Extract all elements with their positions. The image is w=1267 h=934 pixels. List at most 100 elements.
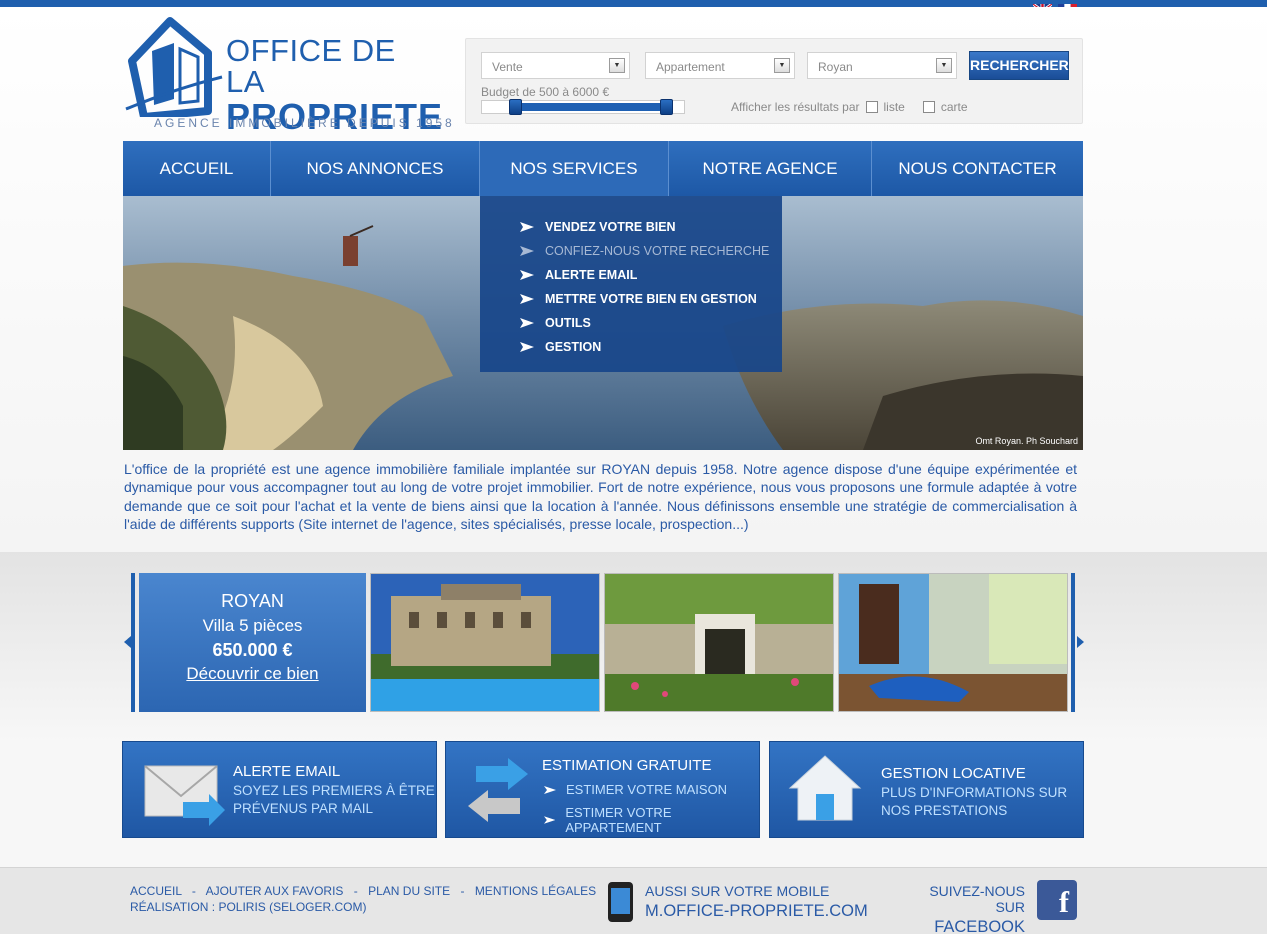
list-checkbox[interactable]: [865, 101, 878, 113]
logo[interactable]: OFFICE DE LA PROPRIETE AGENCE IMMOBILIÈR…: [124, 15, 452, 135]
house-icon: [788, 755, 862, 821]
arrow-right-icon: [520, 222, 534, 232]
rental-line2: NOS PRESTATIONS: [881, 803, 1008, 818]
estimate-apartment-link[interactable]: ESTIMER VOTRE APPARTEMENT: [544, 805, 759, 835]
menu-item-label: VENDEZ VOTRE BIEN: [545, 220, 676, 234]
chevron-down-icon: ▼: [609, 58, 625, 73]
brand-tagline: AGENCE IMMOBILIÈRE DEPUIS 1958: [154, 116, 455, 130]
menu-item-tools[interactable]: OUTILS: [480, 311, 782, 335]
estimate-house-link[interactable]: ESTIMER VOTRE MAISON: [544, 782, 727, 797]
menu-item-label: OUTILS: [545, 316, 591, 330]
email-alert-box[interactable]: ALERTE EMAIL SOYEZ LES PREMIERS À ÊTRE P…: [122, 741, 437, 838]
city-select[interactable]: Royan ▼: [807, 52, 957, 79]
budget-label: Budget de 500 à 6000 €: [481, 85, 610, 99]
services-dropdown: VENDEZ VOTRE BIEN CONFIEZ-NOUS VOTRE REC…: [480, 196, 782, 372]
arrow-right-icon: [544, 785, 556, 794]
mobile-site-link[interactable]: AUSSI SUR VOTRE MOBILE M.OFFICE-PROPRIET…: [645, 883, 868, 921]
map-checkbox[interactable]: [922, 101, 935, 113]
arrow-right-icon: [520, 246, 534, 256]
transaction-value: Vente: [492, 60, 523, 74]
featured-listing[interactable]: ROYAN Villa 5 pièces 650.000 € Découvrir…: [139, 573, 366, 712]
footer: ACCUEIL - AJOUTER AUX FAVORIS - PLAN DU …: [0, 867, 1267, 934]
footer-separator: -: [191, 884, 196, 898]
nav-contact[interactable]: NOUS CONTACTER: [872, 141, 1083, 196]
property-type-select[interactable]: Appartement ▼: [645, 52, 795, 79]
menu-item-gestion[interactable]: GESTION: [480, 335, 782, 359]
featured-link[interactable]: Découvrir ce bien: [139, 664, 366, 684]
mobile-phone-icon: [608, 882, 633, 922]
transaction-select[interactable]: Vente ▼: [481, 52, 630, 79]
carousel-next-icon[interactable]: [1077, 636, 1084, 648]
listing-thumbnail[interactable]: [604, 573, 834, 712]
menu-item-email-alert[interactable]: ALERTE EMAIL: [480, 263, 782, 287]
photo-credit: Omt Royan. Ph Souchard: [975, 436, 1078, 446]
house-logo-icon: [125, 17, 223, 117]
nav-agency[interactable]: NOTRE AGENCE: [669, 141, 872, 196]
listing-thumbnail[interactable]: [370, 573, 600, 712]
estimate-house-label: ESTIMER VOTRE MAISON: [566, 782, 728, 797]
free-estimate-box[interactable]: ESTIMATION GRATUITE ESTIMER VOTRE MAISON…: [445, 741, 760, 838]
arrow-right-icon: [520, 270, 534, 280]
nav-services[interactable]: NOS SERVICES: [480, 141, 669, 196]
rental-management-box[interactable]: GESTION LOCATIVE PLUS D'INFORMATIONS SUR…: [769, 741, 1084, 838]
estimate-title: ESTIMATION GRATUITE: [542, 757, 712, 774]
budget-min-handle[interactable]: [509, 99, 522, 115]
mobile-line2: M.OFFICE-PROPRIETE.COM: [645, 902, 868, 920]
main-nav: ACCUEIL NOS ANNONCES NOS SERVICES NOTRE …: [123, 141, 1083, 196]
map-label: carte: [940, 100, 968, 114]
footer-links: ACCUEIL - AJOUTER AUX FAVORIS - PLAN DU …: [130, 883, 596, 915]
arrow-right-icon: [544, 816, 556, 824]
budget-max-handle[interactable]: [660, 99, 673, 115]
featured-price: 650.000 €: [212, 640, 293, 660]
search-panel: Vente ▼ Appartement ▼ Royan ▼ RECHERCHER…: [465, 38, 1083, 124]
chevron-down-icon: ▼: [774, 58, 790, 73]
rental-line1: PLUS D'INFORMATIONS SUR: [881, 785, 1068, 800]
arrow-right-icon: [520, 342, 534, 352]
listing-thumbnail[interactable]: [838, 573, 1068, 712]
footer-link-legal[interactable]: MENTIONS LÉGALES: [475, 884, 596, 898]
carousel-right-edge: [1071, 573, 1075, 712]
brand-line1: OFFICE DE LA: [226, 33, 396, 99]
city-value: Royan: [818, 60, 853, 74]
footer-link-sitemap[interactable]: PLAN DU SITE: [368, 884, 450, 898]
display-label: Afficher les résultats par: [731, 100, 860, 114]
intro-text: L'office de la propriété est une agence …: [124, 461, 1077, 532]
menu-item-sell[interactable]: VENDEZ VOTRE BIEN: [480, 215, 782, 239]
email-alert-line2: PRÉVENUS PAR MAIL: [233, 801, 374, 816]
rental-title: GESTION LOCATIVE: [881, 765, 1026, 782]
property-type-value: Appartement: [656, 60, 725, 74]
stone-house-pool-photo: [371, 574, 599, 711]
follow-us: SUIVEZ-NOUS SUR FACEBOOK: [905, 883, 1025, 934]
estimate-apartment-label: ESTIMER VOTRE APPARTEMENT: [565, 805, 672, 835]
footer-credit[interactable]: RÉALISATION : POLIRIS (SELOGER.COM): [130, 899, 596, 915]
menu-item-label: GESTION: [545, 340, 602, 354]
mobile-line1: AUSSI SUR VOTRE MOBILE: [645, 883, 830, 899]
envelope-icon: [144, 765, 225, 826]
arrow-right-icon: [520, 318, 534, 328]
living-room-photo: [839, 574, 1067, 711]
budget-slider[interactable]: [481, 99, 685, 115]
nav-home[interactable]: ACCUEIL: [123, 141, 271, 196]
garden-house-photo: [605, 574, 833, 711]
arrow-right-icon: [520, 294, 534, 304]
list-label: liste: [883, 100, 905, 114]
display-options: Afficher les résultats par liste carte: [731, 100, 968, 114]
swap-arrows-icon: [468, 758, 528, 822]
nav-listings[interactable]: NOS ANNONCES: [271, 141, 480, 196]
menu-item-search[interactable]: CONFIEZ-NOUS VOTRE RECHERCHE: [480, 239, 782, 263]
search-button[interactable]: RECHERCHER: [969, 51, 1069, 80]
menu-item-label: ALERTE EMAIL: [545, 268, 638, 282]
email-alert-line1: SOYEZ LES PREMIERS À ÊTRE: [233, 783, 435, 798]
follow-line1: SUIVEZ-NOUS SUR: [929, 883, 1025, 915]
carousel-left-edge: [131, 573, 135, 712]
menu-item-label: CONFIEZ-NOUS VOTRE RECHERCHE: [545, 244, 770, 258]
footer-separator: -: [460, 884, 465, 898]
facebook-icon[interactable]: f: [1037, 880, 1077, 920]
carousel-prev-icon[interactable]: [124, 636, 131, 648]
footer-link-home[interactable]: ACCUEIL: [130, 884, 182, 898]
follow-line2: FACEBOOK: [934, 918, 1025, 934]
footer-separator: -: [353, 884, 358, 898]
menu-item-management[interactable]: METTRE VOTRE BIEN EN GESTION: [480, 287, 782, 311]
footer-link-favorites[interactable]: AJOUTER AUX FAVORIS: [206, 884, 344, 898]
featured-type: Villa 5 pièces: [202, 616, 303, 635]
